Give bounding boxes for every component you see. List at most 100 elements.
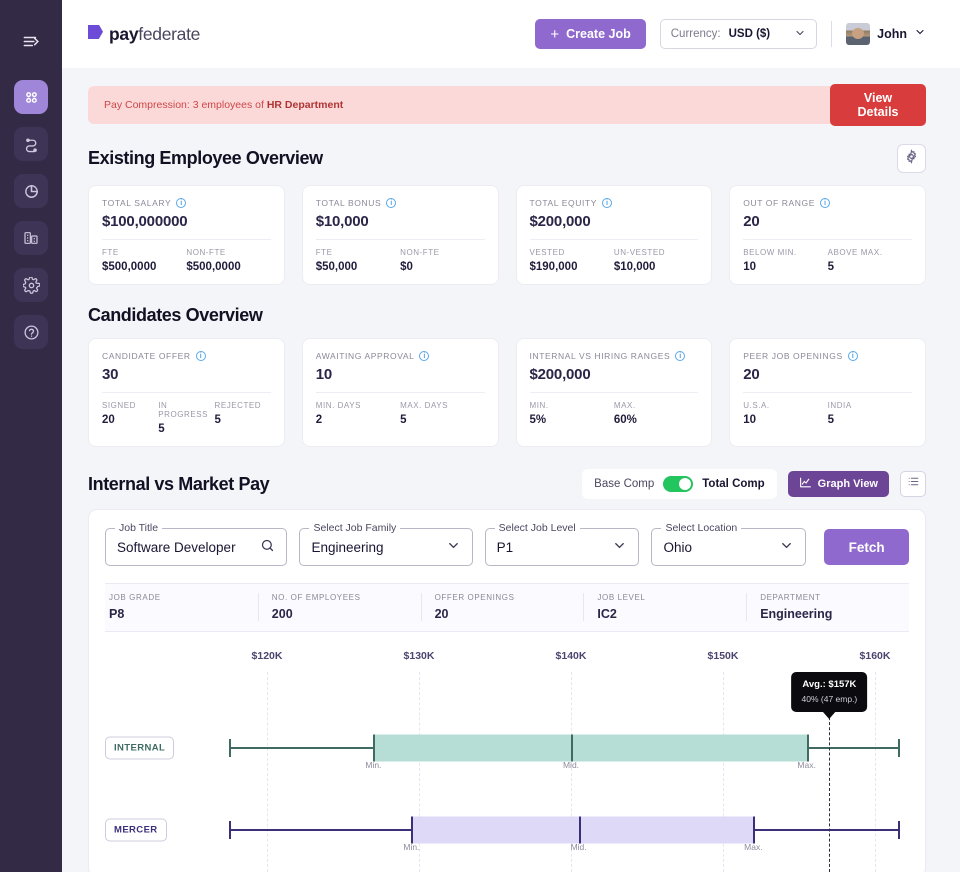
employee-overview-card-header: TOTAL EQUITY i [530,198,699,208]
candidates-overview-card-sub-label: IN PROGRESS [158,401,208,419]
payfederate-logo-icon [88,24,103,39]
chart-range-box [373,734,807,762]
menu-collapse-icon[interactable] [14,24,48,58]
employee-overview-card-subrow: FTE $50,000 NON-FTE $0 [316,248,485,273]
sidebar-item-help[interactable] [14,315,48,349]
info-icon[interactable]: i [602,198,612,208]
fetch-button[interactable]: Fetch [824,529,909,565]
employee-overview-card-sub: NON-FTE $500,0000 [186,248,270,273]
chart-whisker-cap-max [897,821,900,839]
total-comp-label: Total Comp [702,478,765,490]
candidates-overview-card-header: CANDIDATE OFFER i [102,351,271,361]
chart-point-label-mid: Mid. [562,760,580,770]
employee-overview-card: TOTAL BONUS i $10,000 FTE $50,000 NON-FT… [301,185,499,285]
info-icon[interactable]: i [675,351,686,361]
candidates-overview-card-sub-value: 5 [214,414,221,426]
location-value: Ohio [663,539,692,555]
candidates-overview-cards: CANDIDATE OFFER i 30 SIGNED 20 IN PROGRE… [88,338,926,447]
app-root: payfederate + Create Job Currency: USD (… [0,0,960,872]
job-level-select[interactable]: Select Job Level P1 [484,522,640,566]
employee-overview-card-sub: NON-FTE $0 [400,248,484,273]
tooltip-arrow [822,711,837,719]
employee-overview-card-sub-value: $500,0000 [102,261,157,273]
topbar: payfederate + Create Job Currency: USD (… [62,0,960,68]
employee-overview-card-value: $100,000000 [102,213,188,230]
candidates-overview-card-sub-label: U.S.A. [743,401,770,410]
job-info-cell: JOB LEVEL IC2 [583,593,746,621]
info-icon[interactable]: i [820,198,830,208]
job-info-value: 200 [271,607,293,621]
view-details-line1: View [863,90,893,105]
info-icon[interactable]: i [386,198,397,208]
chevron-down-icon [779,538,794,556]
pie-chart-icon [23,183,40,200]
location-select[interactable]: Select Location Ohio [651,522,807,566]
candidates-overview-card-value: 30 [102,366,119,383]
candidates-overview-card-sub-value: 2 [315,414,323,426]
candidates-overview-card-sub-label: SIGNED [102,401,136,410]
sidebar-item-settings[interactable] [14,268,48,302]
employee-overview-card-sub: UN-VESTED $10,000 [614,248,698,273]
create-job-button[interactable]: + Create Job [535,19,646,49]
job-family-value: Engineering [311,539,384,555]
list-view-button[interactable] [900,471,926,497]
job-title-field[interactable]: Job Title Software Developer [105,522,288,566]
sidebar-item-workflow[interactable] [14,127,48,161]
candidates-overview-card-sub: U.S.A. 10 [743,401,827,426]
graph-view-button[interactable]: Graph View [787,471,889,497]
employee-overview-card-sub-label: VESTED [529,248,565,257]
job-info-label: JOB LEVEL [597,593,646,602]
employee-overview-card-value: 20 [743,213,760,230]
gear-icon [904,148,919,169]
chart-whisker-left [229,829,412,831]
chart-series-row: INTERNAL Min. Mid. Max. [105,720,909,776]
view-details-button[interactable]: View Details [830,84,926,126]
chevron-down-icon [446,538,461,556]
job-info-cell: JOB GRADE P8 [105,593,258,621]
comp-toggle-switch[interactable] [663,476,694,492]
candidates-overview-card-label: AWAITING APPROVAL [315,351,415,361]
divider [102,392,271,393]
page-content: Pay Compression: 3 employees of HR Depar… [62,68,960,872]
job-info-label: JOB GRADE [109,593,161,602]
info-icon[interactable]: i [176,198,187,208]
job-info-label: DEPARTMENT [760,593,821,602]
chart-whisker-right [806,747,898,749]
chart-box-edge-min [411,816,414,844]
chart-tick-label: $130K [403,650,435,662]
user-menu[interactable]: John [846,23,926,45]
employee-overview-settings-button[interactable] [897,144,926,173]
employee-overview-card-value: $200,000 [529,213,591,230]
currency-select[interactable]: Currency: USD ($) [659,19,818,49]
job-title-legend: Job Title [115,522,163,534]
candidates-overview-card: PEER JOB OPENINGS i 20 U.S.A. 10 INDIA 5 [729,338,926,447]
candidates-overview-card-sub: SIGNED 20 [102,401,158,435]
job-family-select[interactable]: Select Job Family Engineering [299,522,473,566]
sidebar-item-analytics[interactable] [14,174,48,208]
chart-point-label-max: Max. [744,842,763,852]
employee-overview-card-label: TOTAL SALARY [102,198,172,208]
employee-overview-card-header: TOTAL SALARY i [102,198,271,208]
candidates-overview-card-sub: IN PROGRESS 5 [158,401,214,435]
chart-mid-tick [571,734,573,762]
internal-vs-market-panel: Job Title Software Developer Select Job … [88,509,926,872]
topbar-actions: + Create Job Currency: USD ($) John [535,19,926,49]
job-title-value: Software Developer [117,539,236,555]
info-icon[interactable]: i [847,351,858,361]
alert-message: Pay Compression: 3 employees of HR Depar… [104,99,343,111]
candidates-overview-card-subrow: SIGNED 20 IN PROGRESS 5 REJECTED 5 [102,401,271,435]
candidates-overview-card-header: PEER JOB OPENINGS i [743,351,912,361]
info-icon[interactable]: i [419,351,430,361]
alert-prefix: Pay Compression: 3 employees of [104,99,267,111]
job-info-value: IC2 [597,607,617,621]
candidates-overview-card-value: 20 [743,366,760,383]
sidebar-item-organization[interactable] [14,221,48,255]
sidebar-item-dashboard[interactable] [14,80,48,114]
info-icon[interactable]: i [195,351,206,361]
search-icon[interactable] [260,538,275,556]
employee-overview-card-subrow: BELOW MIN. 10 ABOVE MAX. 5 [743,248,912,273]
location-legend: Select Location [661,522,742,534]
candidates-overview-card-value: 10 [315,366,333,383]
candidates-overview-card-sub: MAX. DAYS 5 [400,401,484,426]
app-logo: payfederate [88,24,200,45]
